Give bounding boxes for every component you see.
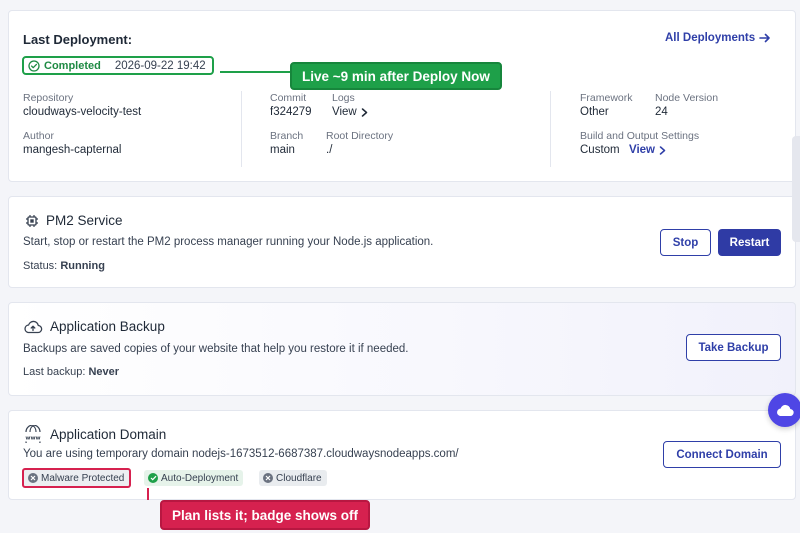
check-circle-icon — [28, 59, 40, 72]
branch-label: Branch — [270, 130, 304, 142]
divider — [241, 91, 242, 167]
build-settings-label: Build and Output Settings — [580, 130, 700, 142]
logs-label: Logs — [332, 92, 355, 104]
pm2-service-card: PM2 Service Start, stop or restart the P… — [8, 196, 796, 288]
svg-text:www: www — [25, 436, 40, 442]
chevron-right-icon — [361, 107, 367, 117]
arrow-right-icon — [759, 33, 770, 43]
all-deployments-label: All Deployments — [665, 32, 756, 44]
domain-title: Application Domain — [50, 427, 167, 442]
callout-connector — [147, 488, 149, 500]
build-settings-value: Custom — [580, 144, 620, 156]
repository-label: Repository — [23, 92, 74, 104]
chip-icon — [26, 215, 38, 227]
callout-connector — [220, 71, 290, 73]
framework-label: Framework — [580, 92, 633, 104]
deployment-datetime: 2026-09-22 19:42 — [114, 59, 206, 72]
pm2-status: Status: Running — [23, 260, 105, 272]
framework-value: Other — [580, 106, 609, 118]
last-deployment-card: Last Deployment: All Deployments Reposit… — [8, 10, 796, 182]
connect-domain-button[interactable]: Connect Domain — [663, 441, 781, 468]
cloudflare-tag: Cloudflare — [259, 470, 327, 486]
application-backup-card: Application Backup Backups are saved cop… — [8, 302, 796, 396]
cloud-upload-icon — [24, 320, 43, 334]
domain-description: You are using temporary domain nodejs-16… — [23, 448, 459, 460]
stop-button[interactable]: Stop — [660, 229, 711, 256]
backup-description: Backups are saved copies of your website… — [23, 343, 409, 355]
cloud-icon — [777, 404, 794, 417]
branch-value: main — [270, 144, 295, 156]
deployment-status-text: Completed — [44, 59, 101, 72]
all-deployments-link[interactable]: All Deployments — [665, 32, 771, 44]
take-backup-button[interactable]: Take Backup — [686, 334, 781, 361]
last-backup-label: Last backup: — [23, 366, 86, 378]
deploy-time-callout: Live ~9 min after Deploy Now — [290, 62, 502, 90]
cloudflare-label: Cloudflare — [276, 472, 322, 484]
chevron-right-icon — [659, 145, 666, 155]
logs-view-label: View — [332, 106, 357, 118]
commit-value: f324279 — [270, 106, 312, 118]
globe-www-icon: www — [25, 425, 41, 443]
pm2-title: PM2 Service — [46, 213, 123, 228]
last-backup-value: Never — [88, 366, 120, 378]
malware-protected-tag: Malware Protected — [22, 468, 132, 488]
pm2-status-value: Running — [60, 260, 105, 272]
badge-callout: Plan lists it; badge shows off — [160, 500, 371, 530]
author-value: mangesh-capternal — [23, 144, 122, 156]
auto-deployment-label: Auto-Deployment — [161, 472, 239, 484]
node-version-value: 24 — [655, 106, 668, 118]
x-circle-icon — [28, 473, 38, 483]
root-directory-value: ./ — [326, 144, 333, 156]
pm2-status-label: Status: — [23, 260, 58, 272]
scrollbar[interactable] — [792, 136, 800, 242]
restart-button[interactable]: Restart — [718, 229, 781, 256]
x-circle-icon — [263, 473, 273, 483]
divider — [550, 91, 551, 167]
root-directory-label: Root Directory — [326, 130, 394, 142]
commit-label: Commit — [270, 92, 307, 104]
last-backup-status: Last backup: Never — [23, 366, 119, 378]
build-settings-view-link[interactable]: View — [629, 144, 666, 156]
pm2-description: Start, stop or restart the PM2 process m… — [23, 236, 434, 248]
check-circle-icon — [148, 473, 158, 483]
deployment-status-badge: Completed 2026-09-22 19:42 — [22, 56, 214, 75]
malware-protected-label: Malware Protected — [41, 472, 125, 484]
repository-value: cloudways-velocity-test — [23, 106, 142, 118]
author-label: Author — [23, 130, 54, 142]
logs-view-link[interactable]: View — [332, 106, 368, 118]
chat-assistant-button[interactable] — [768, 393, 800, 427]
backup-title: Application Backup — [50, 319, 165, 334]
auto-deployment-tag: Auto-Deployment — [144, 470, 244, 486]
last-deployment-title: Last Deployment: — [23, 32, 133, 47]
node-version-label: Node Version — [655, 92, 719, 104]
build-settings-view-label: View — [629, 144, 655, 156]
